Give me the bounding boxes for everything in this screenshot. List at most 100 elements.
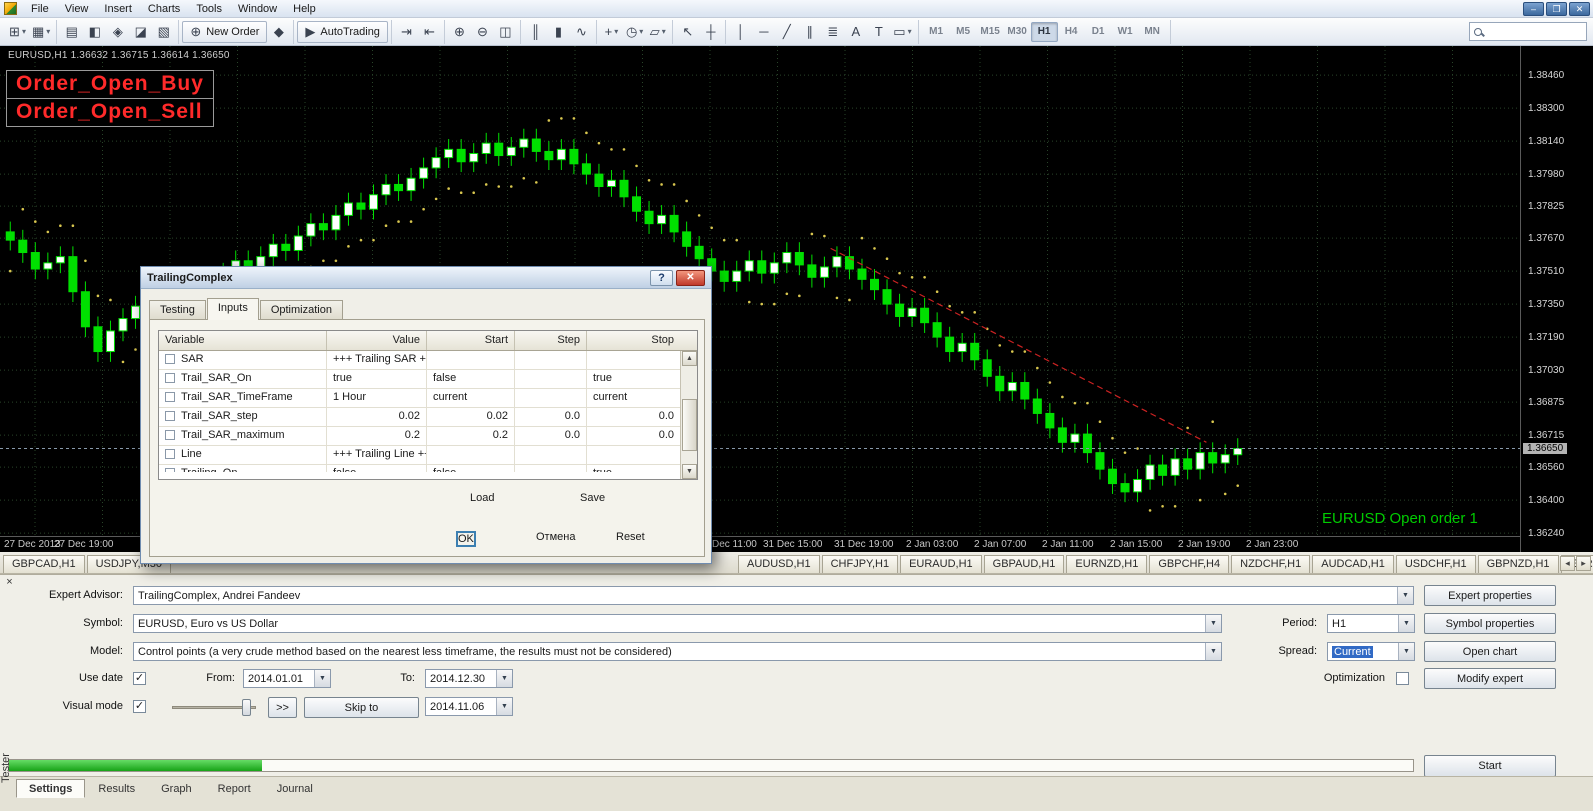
profiles-button[interactable]: ▦ ▾ <box>29 21 53 43</box>
symbol-tab-euraud[interactable]: EURAUD,H1 <box>900 555 982 573</box>
spread-select[interactable]: Current ▼ <box>1327 642 1415 661</box>
column-header-start[interactable]: Start <box>427 331 515 350</box>
menu-file[interactable]: File <box>23 1 57 17</box>
row-checkbox[interactable] <box>165 449 175 459</box>
fast-forward-button[interactable]: >> <box>268 697 297 718</box>
stop-cell[interactable] <box>587 351 680 369</box>
step-cell[interactable] <box>515 351 587 369</box>
dialog-close-button[interactable]: ✕ <box>676 269 705 286</box>
order-open-buy-button[interactable]: Order_Open_Buy <box>7 71 213 99</box>
symbol-tab-usdchf[interactable]: USDCHF,H1 <box>1395 555 1476 573</box>
data-window-button[interactable]: ◧ <box>83 21 106 43</box>
table-scrollbar[interactable]: ▲ ▼ <box>680 351 697 479</box>
chevron-down-icon[interactable]: ▾ <box>662 27 666 36</box>
dialog-tab-inputs[interactable]: Inputs <box>206 298 259 320</box>
dialog-tab-optimization[interactable]: Optimization <box>259 300 343 320</box>
tabs-scroll-right-icon[interactable]: ▸ <box>1576 556 1591 571</box>
stop-cell[interactable] <box>587 446 680 464</box>
symbol-tab-gbpnzd[interactable]: GBPNZD,H1 <box>1477 555 1559 573</box>
scroll-down-icon[interactable]: ▼ <box>682 464 697 479</box>
stop-cell[interactable]: 0.0 <box>587 427 680 445</box>
terminal-button[interactable]: ◪ <box>129 21 152 43</box>
skip-to-button[interactable]: Skip to <box>304 697 419 718</box>
step-cell[interactable] <box>515 389 587 407</box>
period-select[interactable]: H1 ▼ <box>1327 614 1415 633</box>
chevron-down-icon[interactable]: ▼ <box>496 698 512 715</box>
step-cell[interactable]: 0.0 <box>515 427 587 445</box>
input-row[interactable]: Line +++ Trailing Line +++ <box>159 446 697 465</box>
dialog-help-button[interactable]: ? <box>650 269 673 286</box>
expert-properties-button[interactable]: Expert properties <box>1424 585 1556 606</box>
timeframe-m30-button[interactable]: M30 <box>1004 22 1031 42</box>
strategy-tester-button[interactable]: ▧ <box>152 21 175 43</box>
row-checkbox[interactable] <box>165 430 175 440</box>
visual-mode-checkbox[interactable]: ✓ <box>133 700 146 713</box>
column-header-step[interactable]: Step <box>515 331 587 350</box>
chevron-down-icon[interactable]: ▼ <box>314 670 330 687</box>
symbol-tab-nzdchf[interactable]: NZDCHF,H1 <box>1231 555 1311 573</box>
chevron-down-icon[interactable]: ▾ <box>614 27 618 36</box>
timeframe-w1-button[interactable]: W1 <box>1112 22 1139 42</box>
row-checkbox[interactable] <box>165 354 175 364</box>
mql-community-button[interactable]: ◆ <box>267 21 290 43</box>
chevron-down-icon[interactable]: ▾ <box>46 27 50 36</box>
input-row[interactable]: SAR +++ Trailing SAR +++ <box>159 351 697 370</box>
menu-window[interactable]: Window <box>230 1 285 17</box>
model-select[interactable]: Control points (a very crude method base… <box>133 642 1222 661</box>
text-label-button[interactable]: T <box>867 21 890 43</box>
fibonacci-button[interactable]: ≣ <box>821 21 844 43</box>
cursor-button[interactable]: ↖ <box>676 21 699 43</box>
symbol-tab-eurnzd[interactable]: EURNZD,H1 <box>1066 555 1148 573</box>
tabs-scroll-left-icon[interactable]: ◂ <box>1560 556 1575 571</box>
order-open-sell-button[interactable]: Order_Open_Sell <box>7 99 213 126</box>
timeframe-h1-button[interactable]: H1 <box>1030 21 1058 42</box>
stop-cell[interactable]: true <box>587 465 680 472</box>
step-cell[interactable] <box>515 370 587 388</box>
restore-button[interactable]: ❐ <box>1546 2 1567 16</box>
use-date-checkbox[interactable]: ✓ <box>133 672 146 685</box>
save-button[interactable]: Save <box>580 492 605 504</box>
trendline-button[interactable]: ╱ <box>775 21 798 43</box>
menu-tools[interactable]: Tools <box>188 1 230 17</box>
chevron-down-icon[interactable]: ▼ <box>1397 587 1413 604</box>
horizontal-line-button[interactable]: ─ <box>752 21 775 43</box>
start-test-button[interactable]: Start <box>1424 755 1556 777</box>
menu-charts[interactable]: Charts <box>140 1 188 17</box>
crosshair-button[interactable]: ┼ <box>699 21 722 43</box>
price-axis[interactable]: 1.38460 1.38300 1.38140 1.37980 1.37825 1.376… <box>1520 46 1593 552</box>
start-cell[interactable] <box>427 351 515 369</box>
periods-button[interactable]: ◷ ▾ <box>623 21 646 43</box>
tester-tab-report[interactable]: Report <box>205 779 264 798</box>
autotrading-button[interactable]: ▶ AutoTrading <box>297 20 388 43</box>
tester-tab-journal[interactable]: Journal <box>264 779 326 798</box>
vertical-line-button[interactable]: │ <box>729 21 752 43</box>
chevron-down-icon[interactable]: ▼ <box>1398 643 1414 660</box>
symbol-tab-audcad[interactable]: AUDCAD,H1 <box>1312 555 1394 573</box>
reset-button[interactable]: Reset <box>616 531 645 543</box>
market-watch-button[interactable]: ▤ <box>60 21 83 43</box>
input-row[interactable]: Trail_SAR_TimeFrame 1 Hour current current <box>159 389 697 408</box>
start-cell[interactable]: false <box>427 465 515 472</box>
column-header-variable[interactable]: Variable <box>159 331 327 350</box>
tester-tab-results[interactable]: Results <box>85 779 148 798</box>
chevron-down-icon[interactable]: ▾ <box>639 27 643 36</box>
symbol-tab-gbpaud[interactable]: GBPAUD,H1 <box>983 555 1065 573</box>
timeframe-h4-button[interactable]: H4 <box>1058 22 1085 42</box>
zoom-out-button[interactable]: ⊖ <box>471 21 494 43</box>
symbol-properties-button[interactable]: Symbol properties <box>1424 613 1556 634</box>
menu-help[interactable]: Help <box>285 1 324 17</box>
input-row[interactable]: Trailing_On falsefalse true <box>159 465 697 472</box>
value-cell[interactable]: 1 Hour <box>327 389 427 407</box>
modify-expert-button[interactable]: Modify expert <box>1424 668 1556 689</box>
line-chart-button[interactable]: ∿ <box>570 21 593 43</box>
menu-view[interactable]: View <box>57 1 97 17</box>
indicators-button[interactable]: + ▾ <box>600 21 623 43</box>
load-button[interactable]: Load <box>470 492 494 504</box>
tester-tab-graph[interactable]: Graph <box>148 779 205 798</box>
cancel-button[interactable]: Отмена <box>536 531 575 543</box>
new-chart-button[interactable]: ⊞ ▾ <box>6 21 29 43</box>
zoom-in-button[interactable]: ⊕ <box>448 21 471 43</box>
from-date-select[interactable]: 2014.01.01 ▼ <box>243 669 331 688</box>
scroll-up-icon[interactable]: ▲ <box>682 351 697 366</box>
minimize-button[interactable]: – <box>1523 2 1544 16</box>
